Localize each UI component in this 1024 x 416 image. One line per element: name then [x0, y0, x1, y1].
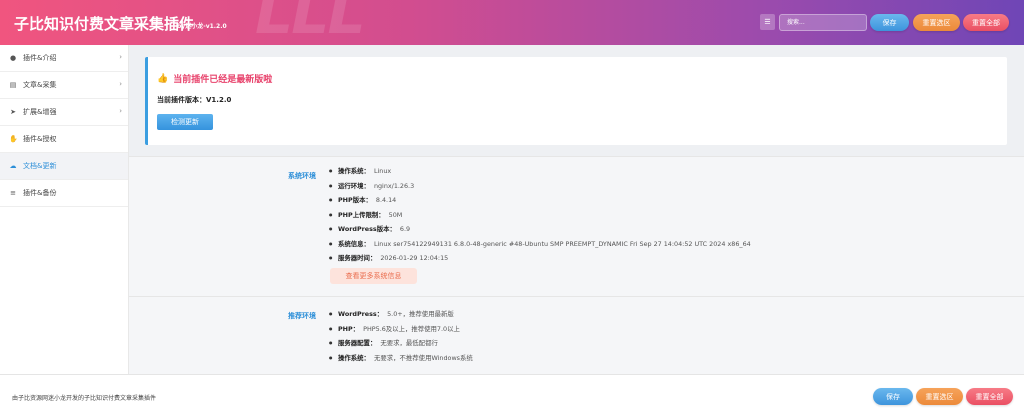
footer-save-button[interactable]: 保存	[873, 388, 913, 405]
list-item: 服务器配置：无要求，最低配都行	[329, 336, 473, 351]
chevron-right-icon: ›	[119, 53, 122, 61]
list-icon: ☰	[764, 17, 771, 26]
sidebar-item-label: 扩展&增强	[23, 108, 57, 116]
update-status-text: 当前插件已经是最新版啦	[173, 75, 273, 85]
view-more-system-info-button[interactable]: 查看更多系统信息	[330, 268, 417, 284]
footer-reset-all-button[interactable]: 重置全部	[966, 388, 1013, 405]
sidebar-item-docs[interactable]: ☁ 文档&更新	[0, 153, 128, 180]
thumbs-up-icon: 👍	[157, 73, 169, 84]
rocket-icon: ➤	[10, 108, 16, 116]
footer-bar: 由子比资源网迷小龙开发的子比知识付费文章采集插件 保存 重置选区 重置全部	[0, 374, 1024, 416]
list-item: PHP版本：8.4.14	[329, 193, 751, 208]
reset-selection-button[interactable]: 重置选区	[913, 14, 960, 31]
sidebar: ● 插件&介绍 › ▤ 文章&采集 › ➤ 扩展&增强 › ✋ 插件&授权 ☁ …	[0, 45, 129, 374]
chevron-right-icon: ›	[119, 107, 122, 115]
list-item: 操作系统：Linux	[329, 164, 751, 179]
sidebar-item-backup[interactable]: ≡ 插件&备份	[0, 180, 128, 207]
list-item: 系统信息：Linux ser754122949131 6.8.0-48-gene…	[329, 237, 751, 252]
list-item: PHP上传限制：50M	[329, 208, 751, 223]
footer-text: 由子比资源网迷小龙开发的子比知识付费文章采集插件	[12, 395, 157, 402]
recommend-env-section: 推荐环境 WordPress：5.0+，推荐使用最新版 PHP：PHP5.6及以…	[129, 296, 1024, 374]
save-button[interactable]: 保存	[870, 14, 909, 31]
current-version-value: V1.2.0	[206, 96, 232, 104]
search-input[interactable]	[779, 14, 867, 31]
sidebar-item-label: 插件&备份	[23, 189, 57, 197]
menu-toggle-button[interactable]: ☰	[760, 14, 775, 30]
footer-reset-selection-button[interactable]: 重置选区	[916, 388, 963, 405]
version-tag: by迷小龙-v1.2.0	[177, 23, 227, 30]
sidebar-item-label: 文档&更新	[23, 162, 57, 170]
list-item: PHP：PHP5.6及以上，推荐使用7.0以上	[329, 322, 473, 337]
list-item: 服务器时间：2026-01-29 12:04:15	[329, 251, 751, 266]
info-icon: ●	[9, 54, 17, 62]
system-env-section: 系统环境 操作系统：Linux 运行环境：nginx/1.26.3 PHP版本：…	[129, 156, 1024, 296]
sidebar-item-intro[interactable]: ● 插件&介绍 ›	[0, 45, 128, 72]
header-decoration: LLL	[255, 0, 366, 45]
update-status-heading: 👍 当前插件已经是最新版啦	[157, 72, 273, 86]
system-env-label: 系统环境	[288, 172, 316, 180]
recommend-env-label: 推荐环境	[288, 312, 316, 320]
sidebar-item-extend[interactable]: ➤ 扩展&增强 ›	[0, 99, 128, 126]
recommend-env-list: WordPress：5.0+，推荐使用最新版 PHP：PHP5.6及以上，推荐使…	[329, 307, 473, 365]
system-env-list: 操作系统：Linux 运行环境：nginx/1.26.3 PHP版本：8.4.1…	[329, 164, 751, 266]
cloud-icon: ☁	[9, 162, 17, 170]
sidebar-item-license[interactable]: ✋ 插件&授权	[0, 126, 128, 153]
list-item: 操作系统：无要求，不推荐使用Windows系统	[329, 351, 473, 366]
current-version-label: 当前插件版本：	[157, 96, 206, 104]
list-item: WordPress版本：6.9	[329, 222, 751, 237]
list-item: 运行环境：nginx/1.26.3	[329, 179, 751, 194]
update-notice-card: 👍 当前插件已经是最新版啦 当前插件版本：V1.2.0 检测更新	[145, 57, 1007, 145]
database-icon: ≡	[10, 189, 16, 197]
sidebar-item-collect[interactable]: ▤ 文章&采集 ›	[0, 72, 128, 99]
app-title: 子比知识付费文章采集插件	[14, 15, 195, 33]
list-item: WordPress：5.0+，推荐使用最新版	[329, 307, 473, 322]
handshake-icon: ✋	[9, 135, 18, 143]
chevron-right-icon: ›	[119, 80, 122, 88]
sidebar-item-label: 插件&授权	[23, 135, 57, 143]
file-icon: ▤	[9, 81, 17, 89]
sidebar-item-label: 文章&采集	[23, 81, 57, 89]
current-version: 当前插件版本：V1.2.0	[157, 95, 231, 105]
sidebar-item-label: 插件&介绍	[23, 54, 57, 62]
app-header: LLL 子比知识付费文章采集插件 by迷小龙-v1.2.0 ☰ 保存 重置选区 …	[0, 0, 1024, 45]
main-content: 👍 当前插件已经是最新版啦 当前插件版本：V1.2.0 检测更新 系统环境 操作…	[129, 45, 1024, 374]
reset-all-button[interactable]: 重置全部	[963, 14, 1009, 31]
check-update-button[interactable]: 检测更新	[157, 114, 213, 130]
